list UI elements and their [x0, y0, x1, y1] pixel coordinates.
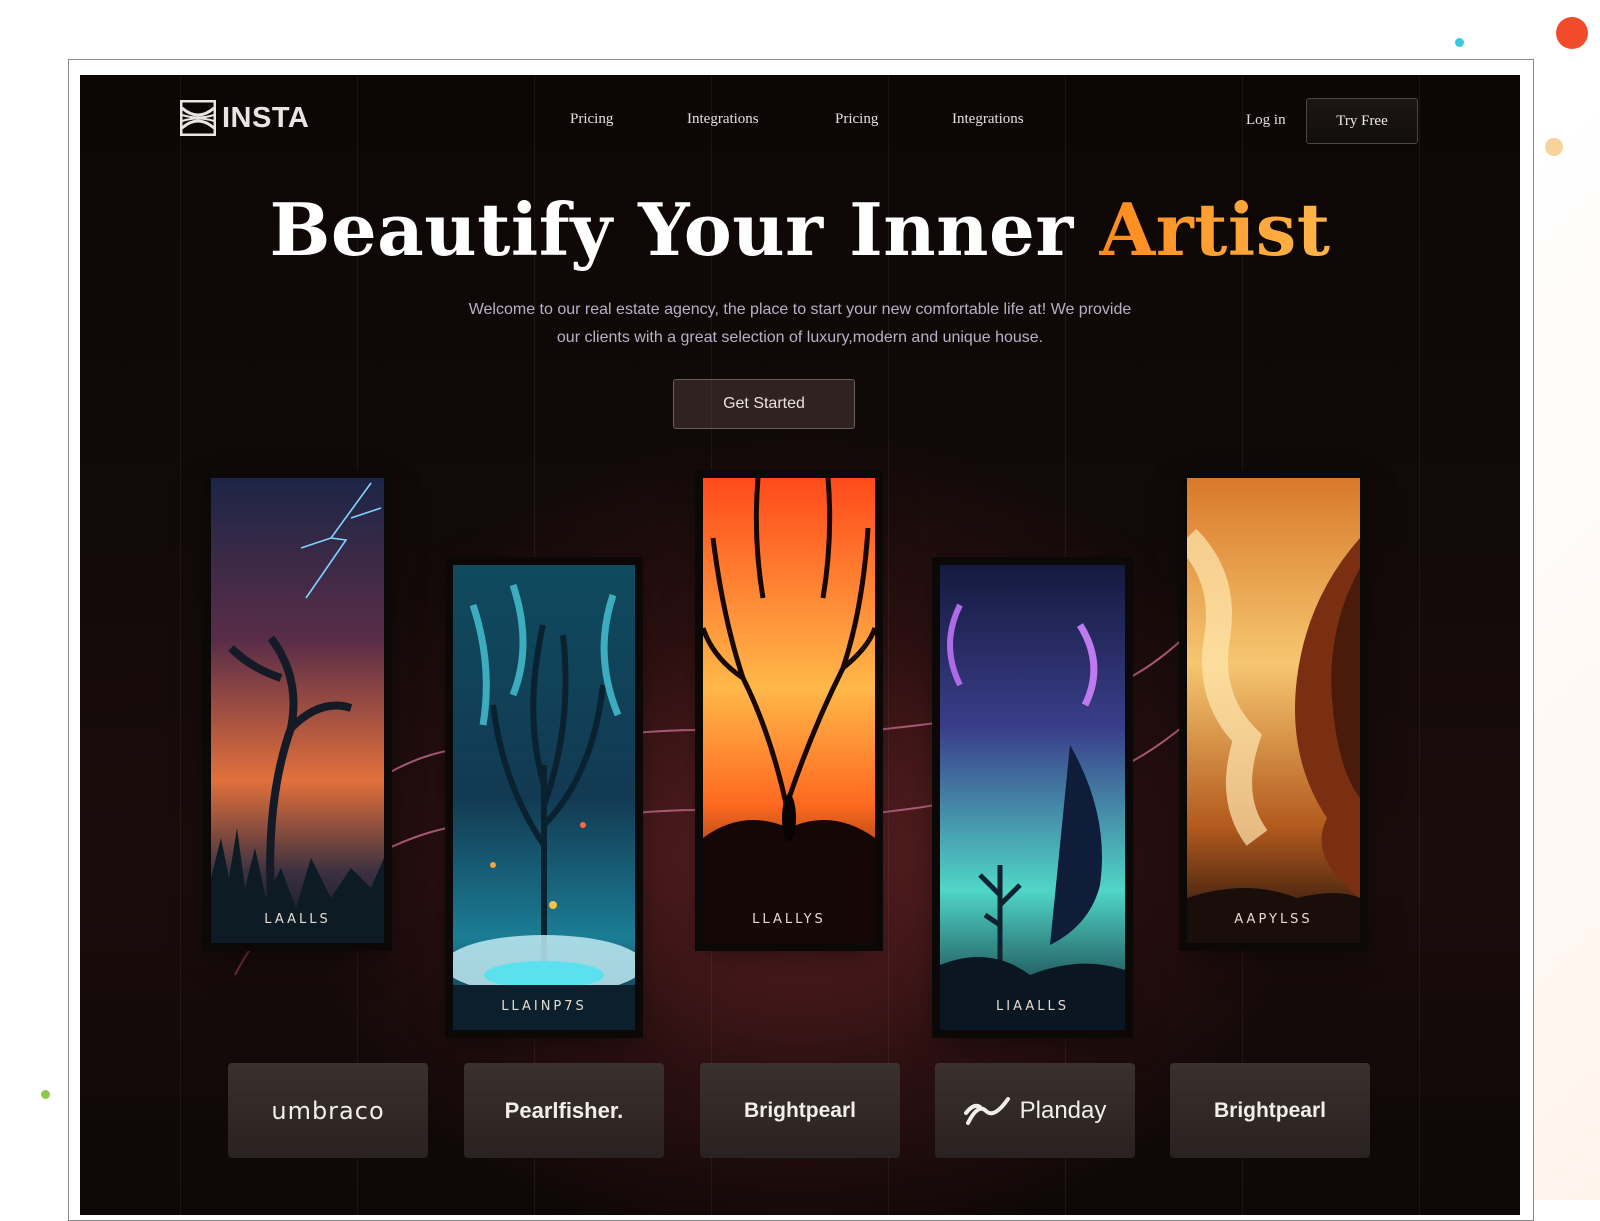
art-card[interactable]: LAALLS — [211, 478, 384, 943]
art-card[interactable]: LLAINP7S — [453, 565, 635, 1030]
art-image — [211, 478, 384, 943]
card-label: AAPYLSS — [1234, 912, 1313, 927]
card-label: LLAINP7S — [501, 999, 587, 1014]
art-card[interactable]: LIAALLS — [940, 565, 1125, 1030]
brand-name: Planday — [1019, 1096, 1107, 1124]
decor-dot-cyan — [1455, 38, 1464, 47]
brand-brightpearl-2: Brightpearl — [1170, 1063, 1370, 1158]
art-card[interactable]: AAPYLSS — [1187, 478, 1360, 943]
brand-pearlfisher: Pearlfisher. — [464, 1063, 664, 1158]
art-image — [940, 565, 1125, 1030]
brand-name: Brightpearl — [1213, 1098, 1326, 1122]
card-label: LAALLS — [264, 912, 331, 927]
card-label: LIAALLS — [996, 999, 1069, 1014]
art-image — [1187, 478, 1360, 943]
art-image — [453, 565, 635, 1030]
landing-page: INSTA Pricing Integrations Pricing Integ… — [80, 75, 1520, 1215]
decor-dot-red — [1556, 17, 1588, 49]
card-label: LLALLYS — [752, 912, 826, 927]
decor-dot-yellow — [1545, 138, 1563, 156]
planday-icon — [963, 1096, 1010, 1125]
brand-brightpearl: Brightpearl — [700, 1063, 900, 1158]
brand-name: Pearlfisher. — [504, 1097, 624, 1123]
decor-dot-green — [41, 1090, 50, 1099]
art-image — [703, 478, 875, 943]
art-card[interactable]: LLALLYS — [703, 478, 875, 943]
brand-name: Brightpearl — [743, 1098, 856, 1122]
brand-umbraco: umbraco — [228, 1063, 428, 1158]
brand-planday: Planday — [935, 1063, 1135, 1158]
brand-name: umbraco — [271, 1096, 385, 1125]
